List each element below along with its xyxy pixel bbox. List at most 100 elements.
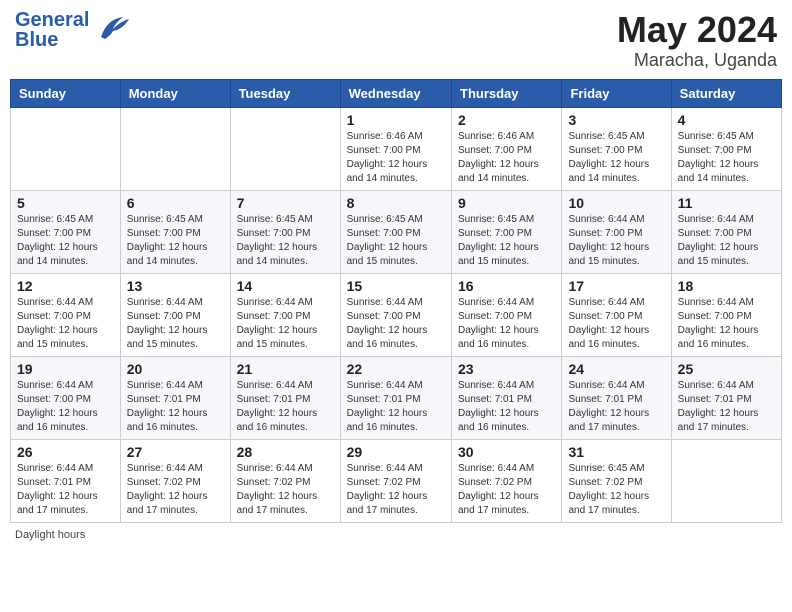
day-number: 11 — [678, 195, 775, 211]
day-number: 26 — [17, 444, 114, 460]
day-info: Sunrise: 6:44 AM Sunset: 7:00 PM Dayligh… — [678, 213, 775, 269]
col-monday: Monday — [120, 79, 230, 107]
calendar-week-row: 26 Sunrise: 6:44 AM Sunset: 7:01 PM Dayli… — [11, 439, 782, 522]
logo-general: General — [15, 10, 89, 30]
day-info: Sunrise: 6:45 AM Sunset: 7:02 PM Dayligh… — [568, 462, 664, 518]
table-row: 29Sunrise: 6:44 AM Sunset: 7:02 PM Dayli… — [340, 439, 451, 522]
title-block: May 2024 Maracha, Uganda — [617, 10, 777, 71]
table-row: 17 Sunrise: 6:44 AM Sunset: 7:00 PM Dayli… — [562, 273, 671, 356]
page-header: General Blue May 2024 Maracha, Uganda — [10, 10, 782, 71]
day-number: 28 — [237, 444, 334, 460]
day-info: Sunrise: 6:44 AM Sunset: 7:01 PM Dayligh… — [17, 462, 114, 518]
table-row: 28 Sunrise: 6:44 AM Sunset: 7:02 PM Dayli… — [230, 439, 340, 522]
day-number: 21 — [237, 361, 334, 377]
day-info: Sunrise: 6:44 AM Sunset: 7:00 PM Dayligh… — [127, 296, 224, 352]
day-number: 14 — [237, 278, 334, 294]
calendar-week-row: 5Sunrise: 6:45 AM Sunset: 7:00 PM Daylig… — [11, 190, 782, 273]
day-number: 22 — [347, 361, 445, 377]
day-number: 19 — [17, 361, 114, 377]
calendar-week-row: 12 Sunrise: 6:44 AM Sunset: 7:00 PM Dayli… — [11, 273, 782, 356]
table-row: 31 Sunrise: 6:45 AM Sunset: 7:02 PM Dayli… — [562, 439, 671, 522]
day-number: 8 — [347, 195, 445, 211]
table-row: 4 Sunrise: 6:45 AM Sunset: 7:00 PM Daylig… — [671, 107, 781, 190]
calendar-header-row: Sunday Monday Tuesday Wednesday Thursday… — [11, 79, 782, 107]
day-number: 7 — [237, 195, 334, 211]
day-number: 1 — [347, 112, 445, 128]
day-info: Sunrise: 6:44 AM Sunset: 7:01 PM Dayligh… — [678, 379, 775, 435]
table-row — [120, 107, 230, 190]
day-info: Sunrise: 6:44 AM Sunset: 7:02 PM Dayligh… — [237, 462, 334, 518]
table-row: 23 Sunrise: 6:44 AM Sunset: 7:01 PM Dayli… — [452, 356, 562, 439]
day-number: 15 — [347, 278, 445, 294]
day-info: Sunrise: 6:45 AM Sunset: 7:00 PM Dayligh… — [347, 213, 445, 269]
table-row: 24 Sunrise: 6:44 AM Sunset: 7:01 PM Dayli… — [562, 356, 671, 439]
table-row: 1Sunrise: 6:46 AM Sunset: 7:00 PM Daylig… — [340, 107, 451, 190]
logo: General Blue — [15, 10, 131, 50]
table-row: 6Sunrise: 6:45 AM Sunset: 7:00 PM Daylig… — [120, 190, 230, 273]
calendar-week-row: 1 Sunrise: 6:46 AM Sunset: 7:00 PM Daylig… — [11, 107, 782, 190]
day-info: Sunrise: 6:44 AM Sunset: 7:00 PM Dayligh… — [237, 296, 334, 352]
day-info: Sunrise: 6:45 AM Sunset: 7:00 PM Dayligh… — [568, 130, 664, 186]
table-row: 20 Sunrise: 6:44 AM Sunset: 7:01 PM Dayli… — [120, 356, 230, 439]
day-number: 10 — [568, 195, 664, 211]
table-row: 21 Sunrise: 6:44 AM Sunset: 7:01 PM Dayli… — [230, 356, 340, 439]
day-info: Sunrise: 6:45 AM Sunset: 7:00 PM Dayligh… — [17, 213, 114, 269]
day-number: 18 — [678, 278, 775, 294]
day-info: Sunrise: 6:44 AM Sunset: 7:00 PM Dayligh… — [678, 296, 775, 352]
table-row — [671, 439, 781, 522]
table-row: 2 Sunrise: 6:46 AM Sunset: 7:00 PM Daylig… — [452, 107, 562, 190]
col-wednesday: Wednesday — [340, 79, 451, 107]
day-number: 2 — [458, 112, 555, 128]
day-info: Sunrise: 6:44 AM Sunset: 7:01 PM Dayligh… — [237, 379, 334, 435]
footer-note: Daylight hours — [10, 529, 782, 541]
day-number: 23 — [458, 361, 555, 377]
table-row — [230, 107, 340, 190]
day-number: 17 — [568, 278, 664, 294]
calendar-table: Sunday Monday Tuesday Wednesday Thursday… — [10, 79, 782, 523]
day-info: Sunrise: 6:44 AM Sunset: 7:00 PM Dayligh… — [17, 296, 114, 352]
day-info: Sunrise: 6:44 AM Sunset: 7:00 PM Dayligh… — [17, 379, 114, 435]
table-row — [11, 107, 121, 190]
day-number: 4 — [678, 112, 775, 128]
day-number: 3 — [568, 112, 664, 128]
day-number: 12 — [17, 278, 114, 294]
day-info: Sunrise: 6:44 AM Sunset: 7:00 PM Dayligh… — [568, 296, 664, 352]
day-number: 24 — [568, 361, 664, 377]
day-info: Sunrise: 6:44 AM Sunset: 7:01 PM Dayligh… — [347, 379, 445, 435]
col-thursday: Thursday — [452, 79, 562, 107]
day-info: Sunrise: 6:44 AM Sunset: 7:02 PM Dayligh… — [127, 462, 224, 518]
table-row: 25Sunrise: 6:44 AM Sunset: 7:01 PM Dayli… — [671, 356, 781, 439]
table-row: 9Sunrise: 6:45 AM Sunset: 7:00 PM Daylig… — [452, 190, 562, 273]
day-number: 9 — [458, 195, 555, 211]
table-row: 12 Sunrise: 6:44 AM Sunset: 7:00 PM Dayli… — [11, 273, 121, 356]
day-number: 20 — [127, 361, 224, 377]
day-info: Sunrise: 6:44 AM Sunset: 7:01 PM Dayligh… — [458, 379, 555, 435]
day-info: Sunrise: 6:44 AM Sunset: 7:00 PM Dayligh… — [568, 213, 664, 269]
location: Maracha, Uganda — [617, 50, 777, 71]
calendar-week-row: 19 Sunrise: 6:44 AM Sunset: 7:00 PM Dayli… — [11, 356, 782, 439]
table-row: 27Sunrise: 6:44 AM Sunset: 7:02 PM Dayli… — [120, 439, 230, 522]
table-row: 19 Sunrise: 6:44 AM Sunset: 7:00 PM Dayli… — [11, 356, 121, 439]
table-row: 13 Sunrise: 6:44 AM Sunset: 7:00 PM Dayli… — [120, 273, 230, 356]
col-sunday: Sunday — [11, 79, 121, 107]
table-row: 14 Sunrise: 6:44 AM Sunset: 7:00 PM Dayli… — [230, 273, 340, 356]
col-friday: Friday — [562, 79, 671, 107]
table-row: 8 Sunrise: 6:45 AM Sunset: 7:00 PM Daylig… — [340, 190, 451, 273]
day-info: Sunrise: 6:46 AM Sunset: 7:00 PM Dayligh… — [458, 130, 555, 186]
day-number: 13 — [127, 278, 224, 294]
day-info: Sunrise: 6:44 AM Sunset: 7:01 PM Dayligh… — [127, 379, 224, 435]
logo-text: General Blue — [15, 10, 89, 50]
day-info: Sunrise: 6:44 AM Sunset: 7:01 PM Dayligh… — [568, 379, 664, 435]
day-info: Sunrise: 6:45 AM Sunset: 7:00 PM Dayligh… — [678, 130, 775, 186]
table-row: 18 Sunrise: 6:44 AM Sunset: 7:00 PM Dayli… — [671, 273, 781, 356]
logo-bird-icon — [93, 9, 131, 47]
day-number: 30 — [458, 444, 555, 460]
day-number: 31 — [568, 444, 664, 460]
day-number: 6 — [127, 195, 224, 211]
day-number: 29 — [347, 444, 445, 460]
table-row: 3 Sunrise: 6:45 AM Sunset: 7:00 PM Daylig… — [562, 107, 671, 190]
table-row: 30 Sunrise: 6:44 AM Sunset: 7:02 PM Dayli… — [452, 439, 562, 522]
table-row: 26 Sunrise: 6:44 AM Sunset: 7:01 PM Dayli… — [11, 439, 121, 522]
day-number: 16 — [458, 278, 555, 294]
day-info: Sunrise: 6:44 AM Sunset: 7:02 PM Dayligh… — [458, 462, 555, 518]
